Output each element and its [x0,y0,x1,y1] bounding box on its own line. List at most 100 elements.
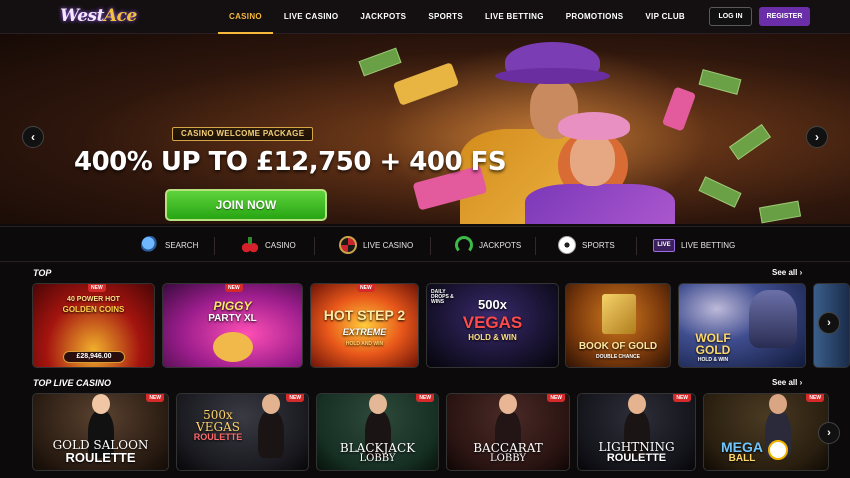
game-tile[interactable]: NEW PIGGY PARTY XL [162,283,303,368]
see-all-label: See all [772,378,798,387]
logo-word-west: West [60,6,104,26]
game-tile[interactable]: DAILY DROPS & WINS 500x VEGAS HOLD & WIN [426,283,559,368]
nav-sports[interactable]: SPORTS [417,0,474,34]
dealer-figure [258,394,285,458]
live-table-title: GOLD SALOON ROULETTE [33,439,168,464]
divider [314,237,315,255]
game-title: 40 POWER HOT [67,296,120,303]
quick-sports-label: SPORTS [582,240,615,250]
game-tile[interactable]: BOOK OF GOLD DOUBLE CHANCE [565,283,671,368]
join-now-button[interactable]: JOIN NOW [165,189,327,221]
top-row-next-button[interactable]: › [818,312,840,334]
money-bill [758,200,802,224]
quick-casino[interactable]: CASINO [241,227,296,263]
hero-prev-button[interactable]: ‹ [22,126,44,148]
game-tile[interactable]: NEW HOT STEP 2 EXTREME HOLD AND WIN [310,283,419,368]
hero-banner[interactable]: ‹ › CASINO WELCOME PACKAGE 400% UP TO £1… [0,34,850,224]
quick-live-casino[interactable]: LIVE CASINO [339,227,413,263]
quick-live-betting-label: LIVE BETTING [681,240,736,250]
game-title: BOOK OF GOLD [578,341,658,352]
quick-jackpots[interactable]: JACKPOTS [455,227,521,263]
new-badge: NEW [286,394,304,402]
wolf-icon [749,290,797,348]
logo-word-ace: Ace [103,6,137,26]
divider [636,237,637,255]
table-name-line2: BALL [728,453,756,464]
nav-jackpots[interactable]: JACKPOTS [349,0,417,34]
game-subtitle: VEGAS [462,313,523,332]
live-table-title: BLACKJACK LOBBY [317,442,438,464]
see-all-live-link[interactable]: See all › [772,378,802,387]
table-name-line2: ROULETTE [193,432,243,442]
cowboy-hat [495,42,610,84]
divider [430,237,431,255]
hero-next-button[interactable]: › [806,126,828,148]
table-name-line1: MEGA [721,439,763,455]
game-tagline: HOLD AND WIN [345,341,384,347]
table-name-line2: ROULETTE [65,450,136,465]
quick-live-betting[interactable]: LIVE LIVE BETTING [653,227,735,263]
table-name-line2: LOBBY [490,453,526,464]
chevron-left-icon: ‹ [31,130,35,144]
live-table-title: 500x VEGAS ROULETTE [183,409,253,442]
game-tile[interactable]: WOLF GOLD HOLD & WIN [678,283,806,368]
cowgirl-hat [558,112,630,140]
live-table-title: BACCARAT LOBBY [447,442,569,464]
quick-nav: SEARCH CASINO LIVE CASINO JACKPOTS SPORT… [0,226,850,262]
section-title-top: TOP [33,268,52,278]
chevron-right-icon: › [827,427,831,439]
roulette-icon [339,236,357,254]
quick-sports[interactable]: SPORTS [558,227,615,263]
cherry-icon [241,236,259,254]
promo-badge: CASINO WELCOME PACKAGE [172,127,314,141]
new-badge: NEW [547,394,565,402]
live-row-next-button[interactable]: › [818,422,840,444]
divider [214,237,215,255]
new-badge: NEW [357,284,375,292]
hero-headline: 400% UP TO £12,750 + 400 FS [74,147,507,177]
quick-live-casino-label: LIVE CASINO [363,240,414,250]
gold-pig-icon [213,332,253,362]
quick-search-label: SEARCH [165,240,199,250]
game-title: 500x [478,297,507,312]
cowgirl-face [570,134,615,186]
game-tile[interactable]: NEW 40 POWER HOT GOLDEN COINS £28,946.00 [32,283,155,368]
live-table-title: LIGHTNING ROULETTE [578,441,695,464]
new-badge: NEW [416,394,434,402]
logo[interactable]: WestAce [60,6,137,26]
cowgirl-figure [525,184,675,224]
quick-search[interactable]: SEARCH [141,227,198,263]
nav-promotions[interactable]: PROMOTIONS [555,0,635,34]
game-subtitle: GOLDEN COINS [62,305,125,314]
new-badge: NEW [806,394,824,402]
live-icon: LIVE [653,238,675,252]
game-title: PIGGY [213,299,252,313]
login-button[interactable]: LOG IN [709,7,752,26]
nav-vip-club[interactable]: VIP CLUB [634,0,696,34]
table-name-line2: LOBBY [359,453,396,464]
live-table-tile[interactable]: NEW LIGHTNING ROULETTE [577,393,696,471]
live-table-tile[interactable]: NEW BACCARAT LOBBY [446,393,570,471]
divider [535,237,536,255]
quick-jackpots-label: JACKPOTS [479,240,522,250]
live-table-tile[interactable]: NEW MEGA BALL [703,393,829,471]
football-icon [558,236,576,254]
register-button[interactable]: REGISTER [759,7,810,26]
game-subtitle: GOLD [695,343,731,357]
nav-live-betting[interactable]: LIVE BETTING [474,0,555,34]
nav-casino[interactable]: CASINO [218,0,273,34]
game-subtitle: EXTREME [342,327,387,337]
game-tagline: HOLD & WIN [468,333,517,342]
live-table-tile[interactable]: NEW BLACKJACK LOBBY [316,393,439,471]
book-icon [602,294,636,334]
new-badge: NEW [673,394,691,402]
chevron-right-icon: › [799,378,803,387]
game-tagline: DOUBLE CHANCE [596,354,640,360]
live-table-tile[interactable]: NEW 500x VEGAS ROULETTE [176,393,309,471]
live-table-tile[interactable]: NEW GOLD SALOON ROULETTE [32,393,169,471]
see-all-top-link[interactable]: See all › [772,268,802,277]
nav-live-casino[interactable]: LIVE CASINO [273,0,349,34]
see-all-label: See all [772,268,798,277]
new-badge: NEW [146,394,164,402]
horseshoe-icon [455,236,473,254]
